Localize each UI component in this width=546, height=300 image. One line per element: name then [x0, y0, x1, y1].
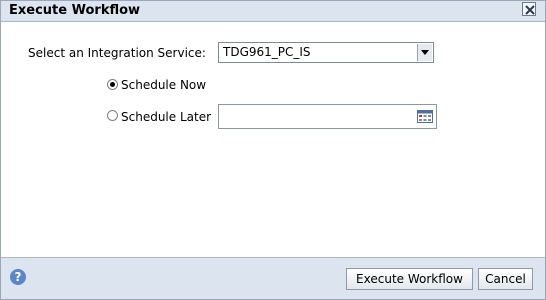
schedule-later-label[interactable]: Schedule Later — [121, 110, 211, 124]
dialog-title: Execute Workflow — [9, 3, 141, 18]
dropdown-arrow-button[interactable] — [417, 44, 432, 61]
integration-service-value: TDG961_PC_IS — [223, 45, 311, 59]
schedule-now-radio[interactable] — [107, 79, 118, 90]
calendar-icon[interactable] — [417, 110, 433, 123]
radio-selected-dot — [110, 82, 115, 87]
integration-service-label: Select an Integration Service: — [28, 46, 206, 60]
dialog-titlebar: Execute Workflow — [1, 1, 545, 21]
schedule-later-radio[interactable] — [107, 110, 118, 121]
cancel-button[interactable]: Cancel — [478, 268, 533, 290]
help-glyph: ? — [14, 270, 22, 284]
dialog-content: Select an Integration Service: TDG961_PC… — [1, 21, 545, 258]
chevron-down-icon — [421, 50, 429, 55]
schedule-now-label[interactable]: Schedule Now — [121, 78, 206, 92]
close-button[interactable] — [522, 2, 536, 16]
close-icon — [525, 5, 535, 15]
execute-workflow-dialog: Execute Workflow Select an Integration S… — [0, 0, 546, 300]
schedule-later-date-input[interactable] — [218, 104, 437, 129]
execute-workflow-button[interactable]: Execute Workflow — [346, 268, 473, 290]
help-icon[interactable]: ? — [10, 269, 26, 285]
integration-service-select[interactable]: TDG961_PC_IS — [218, 42, 434, 63]
